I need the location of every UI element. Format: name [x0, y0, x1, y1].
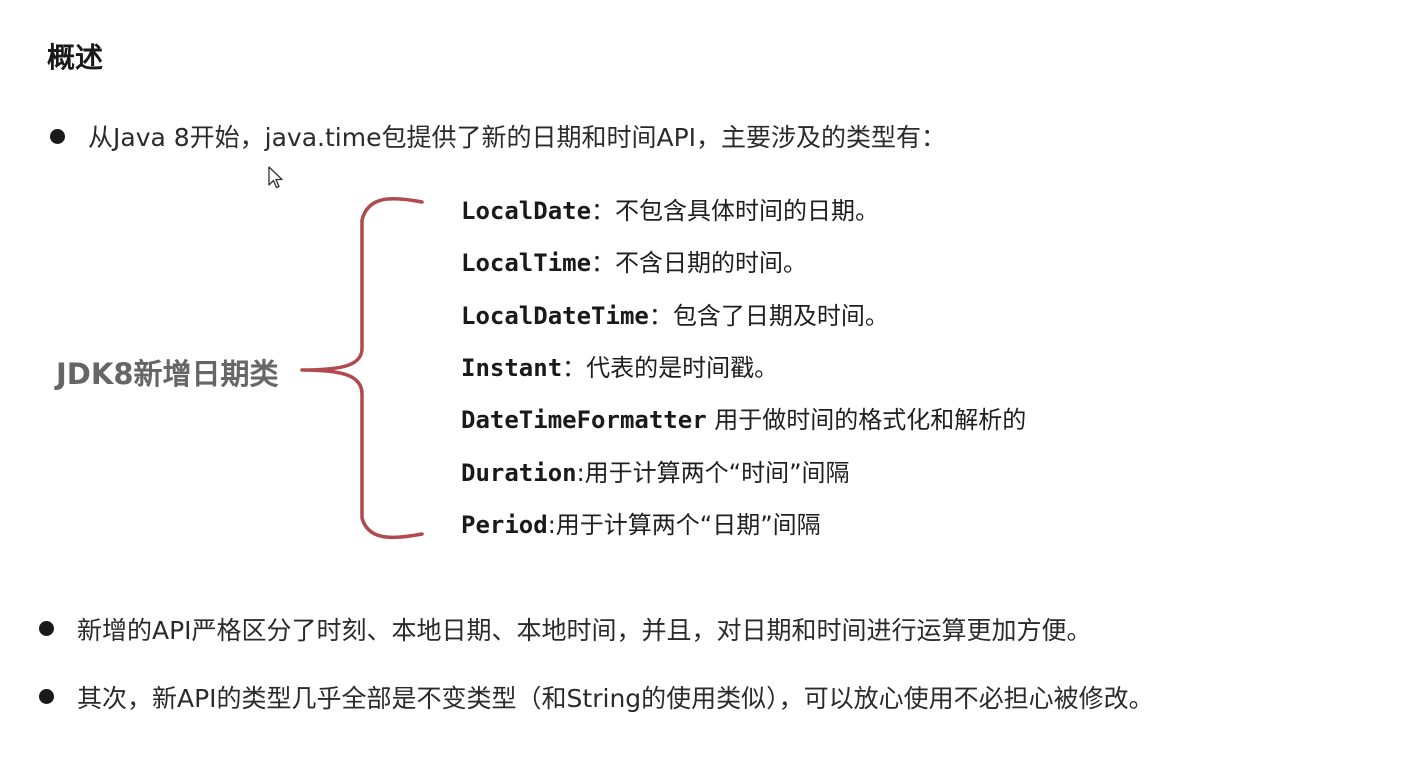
intro-text: 从Java 8开始，java.time包提供了新的日期和时间API，主要涉及的类…: [88, 123, 947, 152]
class-item-localdatetime: LocalDateTime：包含了日期及时间。: [461, 296, 889, 331]
class-desc: ：不含日期的时间。: [591, 249, 808, 277]
bullet-dot: [39, 689, 54, 704]
mouse-pointer-icon: [268, 166, 283, 189]
curly-brace: [300, 196, 424, 540]
bullet-text-immutable: 其次，新API的类型几乎全部是不变类型（和String的使用类似），可以放心使用…: [77, 684, 1154, 713]
class-item-instant: Instant：代表的是时间戳。: [461, 348, 778, 383]
class-item-datetimeformatter: DateTimeFormatter 用于做时间的格式化和解析的: [461, 400, 1026, 435]
group-label: JDK8新增日期类: [56, 357, 279, 391]
class-name: Duration: [461, 459, 577, 487]
class-item-localdate: LocalDate：不包含具体时间的日期。: [461, 191, 879, 226]
class-name: DateTimeFormatter: [461, 406, 707, 434]
class-desc: ：代表的是时间戳。: [562, 354, 779, 382]
bullet-text-api-distinction: 新增的API严格区分了时刻、本地日期、本地时间，并且，对日期和时间进行运算更加方…: [77, 616, 1092, 645]
class-desc: ：不包含具体时间的日期。: [591, 197, 880, 225]
class-name: LocalDate: [461, 197, 592, 225]
bullet-dot: [39, 621, 54, 636]
class-item-duration: Duration:用于计算两个“时间”间隔: [461, 453, 850, 488]
class-item-localtime: LocalTime：不含日期的时间。: [461, 243, 807, 278]
class-desc: :用于计算两个“时间”间隔: [576, 459, 850, 487]
class-name: LocalDateTime: [461, 302, 649, 330]
page-title: 概述: [47, 41, 104, 74]
bullet-dot: [50, 129, 65, 144]
class-desc: ：包含了日期及时间。: [648, 302, 889, 330]
class-desc: 用于做时间的格式化和解析的: [706, 406, 1027, 434]
class-name: LocalTime: [461, 249, 592, 277]
class-name: Period: [461, 511, 548, 539]
class-item-period: Period:用于计算两个“日期”间隔: [461, 505, 821, 540]
class-desc: :用于计算两个“日期”间隔: [547, 511, 821, 539]
class-name: Instant: [461, 354, 563, 382]
